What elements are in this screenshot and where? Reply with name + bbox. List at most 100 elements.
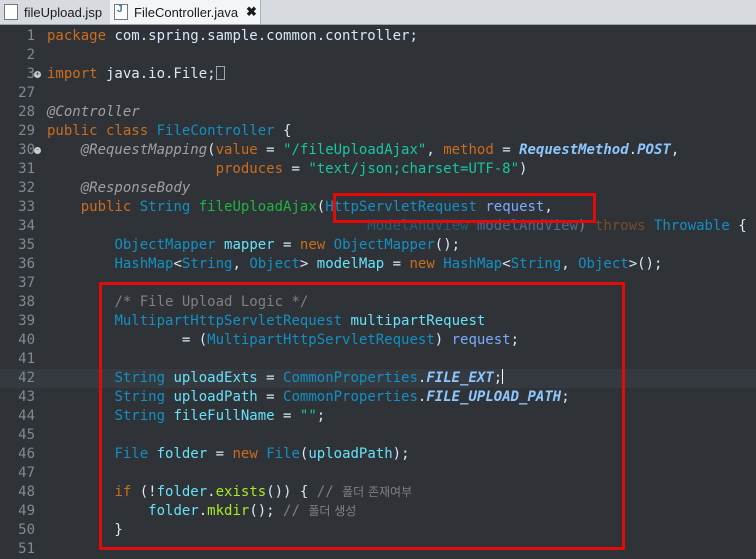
code-text: public String fileUploadAjax(HttpServlet… [47,198,553,217]
code-token: String [139,199,191,215]
line-number: 44 [18,408,35,424]
code-line[interactable]: 36 HashMap<String, Object> modelMap = ne… [0,255,756,274]
code-token: > [299,256,317,272]
code-token: mapper [224,237,275,253]
code-text: String fileFullName = ""; [47,407,325,426]
line-number: 36 [18,256,35,272]
code-line[interactable]: 37 [0,274,756,293]
code-token: CommonProperties [283,389,418,405]
line-number: 50 [18,522,35,538]
code-line[interactable]: 27 [0,84,756,103]
code-line[interactable]: 33 public String fileUploadAjax(HttpServ… [0,198,756,217]
code-token: HttpServletRequest [325,199,477,215]
code-token: < [173,256,182,272]
line-number: 3 [26,66,35,82]
code-text: ObjectMapper mapper = new ObjectMapper()… [47,236,460,255]
code-token: ( [207,142,216,158]
code-token: java.io.File; [97,66,216,82]
code-token: ) [434,332,452,348]
code-token: { [729,218,747,234]
code-line[interactable]: 43 String uploadPath = CommonProperties.… [0,388,756,407]
tab-fileupload-jsp[interactable]: fileUpload.jsp [0,0,111,24]
close-tab-icon[interactable]: ✖ [246,4,257,20]
code-token: MultipartHttpServletRequest [114,313,343,329]
code-token: String [114,408,166,424]
code-line[interactable]: 28 @Controller [0,103,756,122]
jsp-file-icon [4,4,18,20]
code-line[interactable]: 49 folder.mkdir(); // 폴더 생성 [0,502,756,521]
code-line[interactable]: 41 [0,350,756,369]
code-line[interactable]: 1 package com.spring.sample.common.contro… [0,27,756,46]
code-token: MultipartHttpServletRequest [207,332,435,348]
code-line[interactable]: 45 [0,426,756,445]
line-number: 38 [18,294,35,310]
folded-imports-icon[interactable] [215,66,225,80]
code-text: MultipartHttpServletRequest multipartReq… [47,312,485,331]
code-token: request [485,199,545,215]
code-text: = (MultipartHttpServletRequest) request; [47,331,519,350]
line-number: 40 [18,332,35,348]
code-token: String [510,256,562,272]
line-number: 32 [18,180,35,196]
code-token: "" [299,408,317,424]
line-number: 45 [18,427,35,443]
line-number: 2 [26,47,35,63]
code-line[interactable]: 50 } [0,521,756,540]
code-text: folder.mkdir(); // 폴더 생성 [47,502,356,521]
code-token: POST [637,142,671,158]
line-number: 33 [18,199,35,215]
code-editor[interactable]: 1 package com.spring.sample.common.contro… [0,25,756,557]
code-line[interactable]: 32 @ResponseBody [0,179,756,198]
code-token: method [443,142,494,158]
code-token: /* File Upload Logic */ [114,294,309,310]
code-token: (); [434,237,461,253]
code-line[interactable]: 46 File folder = new File(uploadPath); [0,445,756,464]
fold-toggle-icon[interactable]: - [34,147,41,154]
code-line[interactable]: 44 String fileFullName = ""; [0,407,756,426]
code-token: "/fileUploadAjax" [283,142,427,158]
code-line[interactable]: 34 ModelAndView modelAndView) throws Thr… [0,217,756,236]
code-token: folder [156,446,208,462]
fold-toggle-icon[interactable]: + [34,71,41,78]
code-line[interactable]: 47 [0,464,756,483]
code-text: String uploadExts = CommonProperties.FIL… [47,369,504,388]
code-line[interactable]: 40 = (MultipartHttpServletRequest) reque… [0,331,756,350]
line-number: 29 [18,123,35,139]
code-token: uploadPath [173,389,258,405]
code-line[interactable]: 2 [0,46,756,65]
code-token: ) [519,161,528,177]
code-line[interactable]: 39 MultipartHttpServletRequest multipart… [0,312,756,331]
code-token: FILE_EXT [426,370,494,386]
code-line[interactable]: 38 /* File Upload Logic */ [0,293,756,312]
code-token: new [232,446,258,462]
code-line[interactable]: 48 if (!folder.exists()) { // 폴더 존재여부 [0,483,756,502]
code-token: @RequestMapping [80,142,208,158]
code-token: = [493,142,520,158]
code-token: ; [316,408,326,424]
code-token: produces [215,161,284,177]
code-token: ) [578,218,595,234]
code-line[interactable]: 31 produces = "text/json;charset=UTF-8") [0,160,756,179]
code-token: Object [249,256,300,272]
tab-filecontroller-java[interactable]: FileController.java ✖ [110,0,261,24]
code-token: >(); [628,256,663,272]
code-line[interactable]: 29 public class FileController { [0,122,756,141]
code-token: // [316,484,343,500]
code-line[interactable]: 51 [0,540,756,559]
code-line[interactable]: 3 + import java.io.File; [0,65,756,84]
code-token: package [47,28,107,44]
code-line[interactable]: 42 String uploadExts = CommonProperties.… [0,369,756,388]
code-token: File [266,446,300,462]
code-token: FILE_UPLOAD_PATH [426,389,562,405]
code-text: if (!folder.exists()) { // 폴더 존재여부 [47,483,412,502]
line-number: 48 [18,484,35,500]
code-line[interactable]: 30- @RequestMapping(value = "/fileUpload… [0,141,756,160]
code-line[interactable]: 35 ObjectMapper mapper = new ObjectMappe… [0,236,756,255]
line-number: 1 [26,28,35,44]
